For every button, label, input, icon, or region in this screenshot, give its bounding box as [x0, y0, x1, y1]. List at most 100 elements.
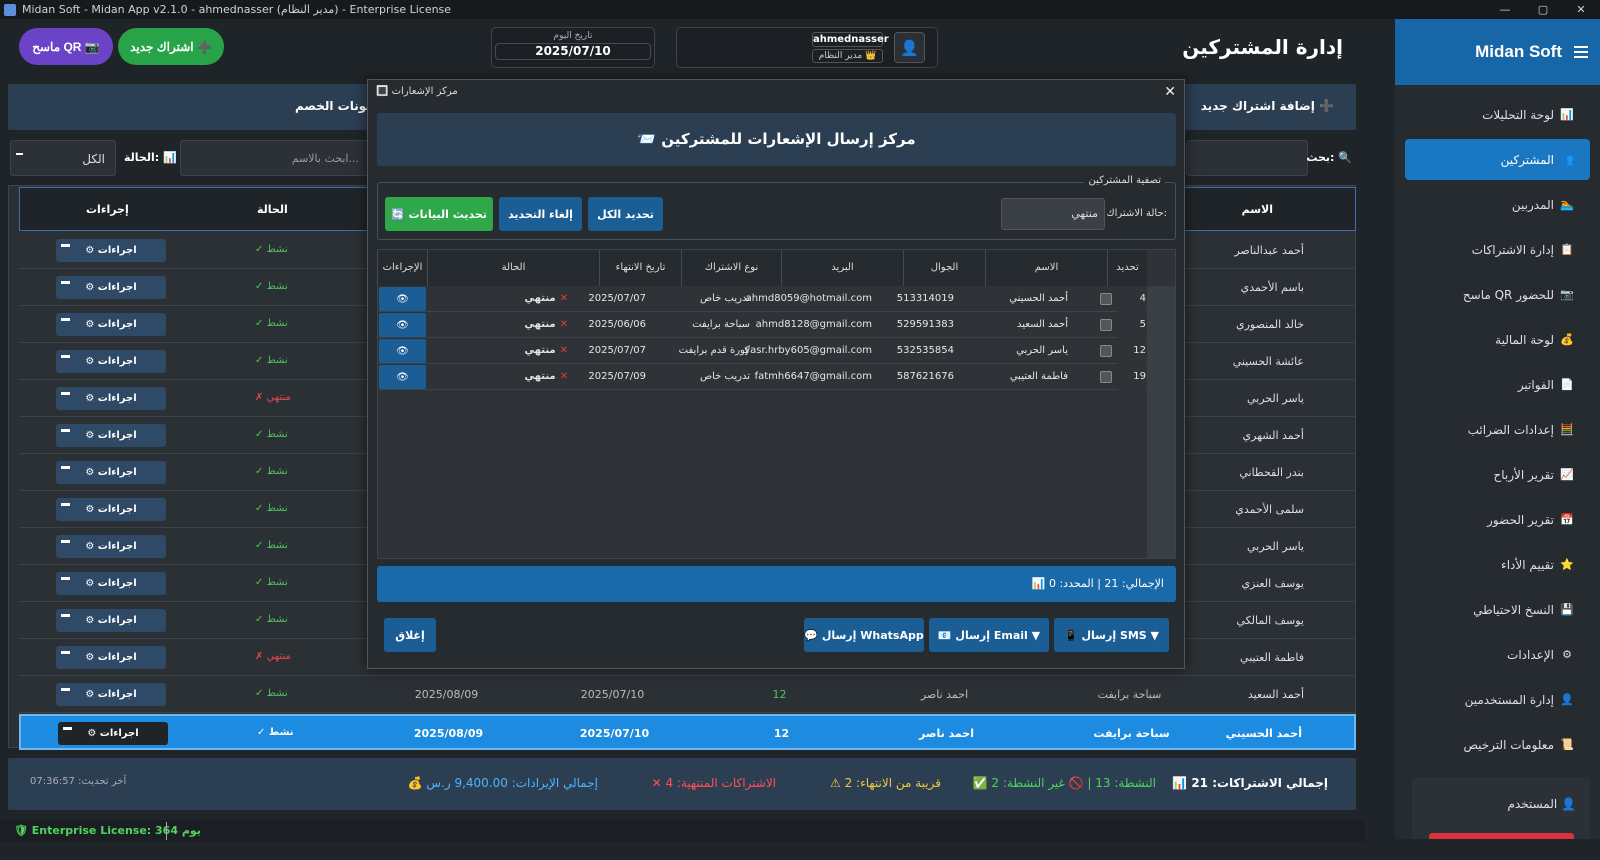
sidebar-item-1[interactable]: المشتركين 👥	[1405, 139, 1590, 180]
sidebar-item-icon: 📊	[1560, 108, 1574, 121]
logout-button[interactable]	[1429, 833, 1574, 839]
clear-selection-button[interactable]: إلغاء التحديد	[499, 197, 582, 231]
column-header-0[interactable]: تحديد	[1107, 250, 1147, 286]
minimize-button[interactable]: —	[1486, 0, 1524, 19]
view-details-button[interactable]: 👁	[379, 365, 426, 389]
sidebar-item-13[interactable]: إدارة المستخدمين 👤	[1405, 679, 1590, 720]
actions-button[interactable]: ⚙ اجراءات	[56, 239, 166, 262]
menu-bar-icon	[61, 244, 70, 247]
sidebar-item-0[interactable]: لوحة التحليلات 📊	[1405, 94, 1590, 135]
recipient-row[interactable]: 👁 4 أحمد الحسيني 513314019 ahmd8059@hotmail.…	[378, 286, 1148, 312]
sidebar-item-11[interactable]: النسخ الاحتياطي 💾	[1405, 589, 1590, 630]
sidebar-item-5[interactable]: لوحة المالية 💰	[1405, 319, 1590, 360]
sidebar-item-7[interactable]: إعدادات الضرائب 🧮	[1405, 409, 1590, 450]
subscription-status-label: حالة الاشتراك:	[1106, 208, 1167, 219]
view-details-button[interactable]: 👁	[379, 287, 426, 311]
view-details-button[interactable]: 👁	[379, 313, 426, 337]
sidebar-item-icon: 📜	[1560, 738, 1574, 751]
row-checkbox[interactable]	[1100, 293, 1112, 305]
actions-button[interactable]: ⚙ اجراءات	[56, 461, 166, 484]
name-cell: خالد المنصوري	[1235, 318, 1304, 331]
window-icon: 🔳	[376, 86, 389, 97]
close-button[interactable]: إغلاق	[384, 618, 436, 652]
table-scrollbar[interactable]	[1147, 286, 1175, 558]
refresh-data-button[interactable]: 🔄 تحديث البيانات	[385, 197, 493, 231]
actions-button[interactable]: ⚙ اجراءات	[56, 498, 166, 521]
status-filter-select[interactable]: الكل	[10, 140, 116, 176]
sidebar-item-label: إدارة المستخدمين	[1464, 692, 1554, 707]
sidebar-item-2[interactable]: المدربين 🏊	[1405, 184, 1590, 225]
actions-button[interactable]: ⚙ اجراءات	[56, 535, 166, 558]
send-sms-button[interactable]: 📱 إرسال SMS ▼	[1054, 618, 1169, 652]
search-input[interactable]: ابحث بالاسم...	[180, 140, 370, 176]
eye-icon: 👁	[396, 371, 409, 383]
recipient-row[interactable]: 👁 5 أحمد السعيد 529591383 ahmd8128@gmail.com…	[378, 312, 1148, 338]
sidebar-item-12[interactable]: الإعدادات ⚙	[1405, 634, 1590, 675]
row-checkbox[interactable]	[1100, 345, 1112, 357]
sidebar-item-icon: 📷	[1560, 288, 1574, 301]
brand-header: Midan Soft	[1395, 19, 1600, 85]
actions-button[interactable]: ⚙ اجراءات	[56, 572, 166, 595]
column-header-7[interactable]: الإجراءات	[377, 250, 427, 286]
license-status: 🛡 Enterprise License: 364 يوم	[14, 824, 201, 837]
menu-bar-icon	[63, 727, 72, 730]
hamburger-menu-icon[interactable]	[1574, 46, 1588, 58]
actions-button[interactable]: ⚙ اجراءات	[56, 350, 166, 373]
actions-button[interactable]: ⚙ اجراءات	[56, 313, 166, 336]
column-header-3[interactable]: البريد	[781, 250, 903, 286]
name-cell: ياسر الحربي	[1016, 345, 1068, 356]
sidebar-item-6[interactable]: الفواتير 📄	[1405, 364, 1590, 405]
maximize-button[interactable]: ▢	[1524, 0, 1562, 19]
sidebar-item-3[interactable]: إدارة الاشتراكات 📋	[1405, 229, 1590, 270]
type-cell: سباحة برايفت	[692, 319, 750, 330]
sidebar-item-4[interactable]: ماسح QR للحضور 📷	[1405, 274, 1590, 315]
row-checkbox[interactable]	[1100, 319, 1112, 331]
phone-cell: 532535854	[896, 345, 954, 356]
column-header-1[interactable]: الاسم	[985, 250, 1107, 286]
column-header-6[interactable]: الحالة	[427, 250, 599, 286]
subscription-status-select[interactable]: منتهي	[1001, 198, 1105, 230]
summary-bar: 📊 إجمالي الاشتراكات: 21 ✅ النشطة: 13 | 🚫…	[8, 758, 1356, 810]
expired-x-icon: ✕	[559, 371, 568, 382]
sidebar-item-label: لوحة المالية	[1495, 332, 1554, 347]
actions-button[interactable]: ⚙ اجراءات	[56, 276, 166, 299]
table-row[interactable]: ⚙ اجراءات ✓ نشط أحمد الحسيني سباحة برايفت اح…	[19, 714, 1356, 750]
table-row[interactable]: ⚙ اجراءات ✓ نشط أحمد السعيد سباحة برايفت احم…	[19, 677, 1356, 713]
select-all-button[interactable]: تحديد الكل	[588, 197, 663, 231]
add-subscription-tab[interactable]: إضافة اشتراك جديد ➕	[1201, 99, 1334, 113]
dialog-title: 🔳 مركز الإشعارات	[376, 86, 458, 97]
column-header-2[interactable]: الجوال	[903, 250, 985, 286]
actions-button[interactable]: ⚙ اجراءات	[56, 646, 166, 669]
name-cell: أحمد السعيد	[1247, 688, 1304, 701]
menu-bar-icon	[61, 651, 70, 654]
search-input-right[interactable]	[1186, 140, 1308, 176]
status-cell: ✓ نشط	[255, 577, 288, 588]
column-header-4[interactable]: نوع الاشتراك	[681, 250, 781, 286]
row-index: 4	[1118, 286, 1146, 312]
send-whatsapp-button[interactable]: 💬 إرسال WhatsApp	[804, 618, 924, 652]
recipient-row[interactable]: 👁 19 فاطمة العتيبي 587621676 fatmh6647@gmail…	[378, 364, 1148, 390]
actions-button[interactable]: ⚙ اجراءات	[56, 424, 166, 447]
recipient-row[interactable]: 👁 12 ياسر الحربي 532535854 yasr.hrby605@gmai…	[378, 338, 1148, 364]
row-checkbox[interactable]	[1100, 371, 1112, 383]
actions-button[interactable]: ⚙ اجراءات	[56, 683, 166, 706]
start-date-cell: 2025/07/10	[580, 688, 645, 701]
sidebar-item-icon: 📄	[1560, 378, 1574, 391]
sidebar-item-9[interactable]: تقرير الحضور 📅	[1405, 499, 1590, 540]
dialog-close-icon[interactable]: ✕	[1164, 84, 1176, 100]
dialog-heading: 📨 مركز إرسال الإشعارات للمشتركين	[377, 113, 1176, 166]
date-value: 2025/07/10	[495, 43, 651, 60]
sidebar-item-8[interactable]: تقرير الأرباح 📈	[1405, 454, 1590, 495]
actions-button[interactable]: ⚙ اجراءات	[56, 609, 166, 632]
sidebar-item-10[interactable]: تقييم الأداء ⭐	[1405, 544, 1590, 585]
new-subscription-button[interactable]: اشتراك جديد ➕	[118, 28, 224, 65]
sidebar-item-14[interactable]: معلومات الترخيص 📜	[1405, 724, 1590, 765]
close-window-button[interactable]: ✕	[1562, 0, 1600, 19]
actions-button[interactable]: ⚙ اجراءات	[56, 387, 166, 410]
view-details-button[interactable]: 👁	[379, 339, 426, 363]
column-header-5[interactable]: تاريخ الانتهاء	[599, 250, 681, 286]
qr-scanner-button[interactable]: ماسح QR 📷	[19, 28, 113, 65]
actions-button[interactable]: ⚙ اجراءات	[58, 722, 168, 745]
send-email-button[interactable]: 📧 إرسال Email ▼	[929, 618, 1049, 652]
sidebar-item-label: المشتركين	[1500, 152, 1554, 167]
